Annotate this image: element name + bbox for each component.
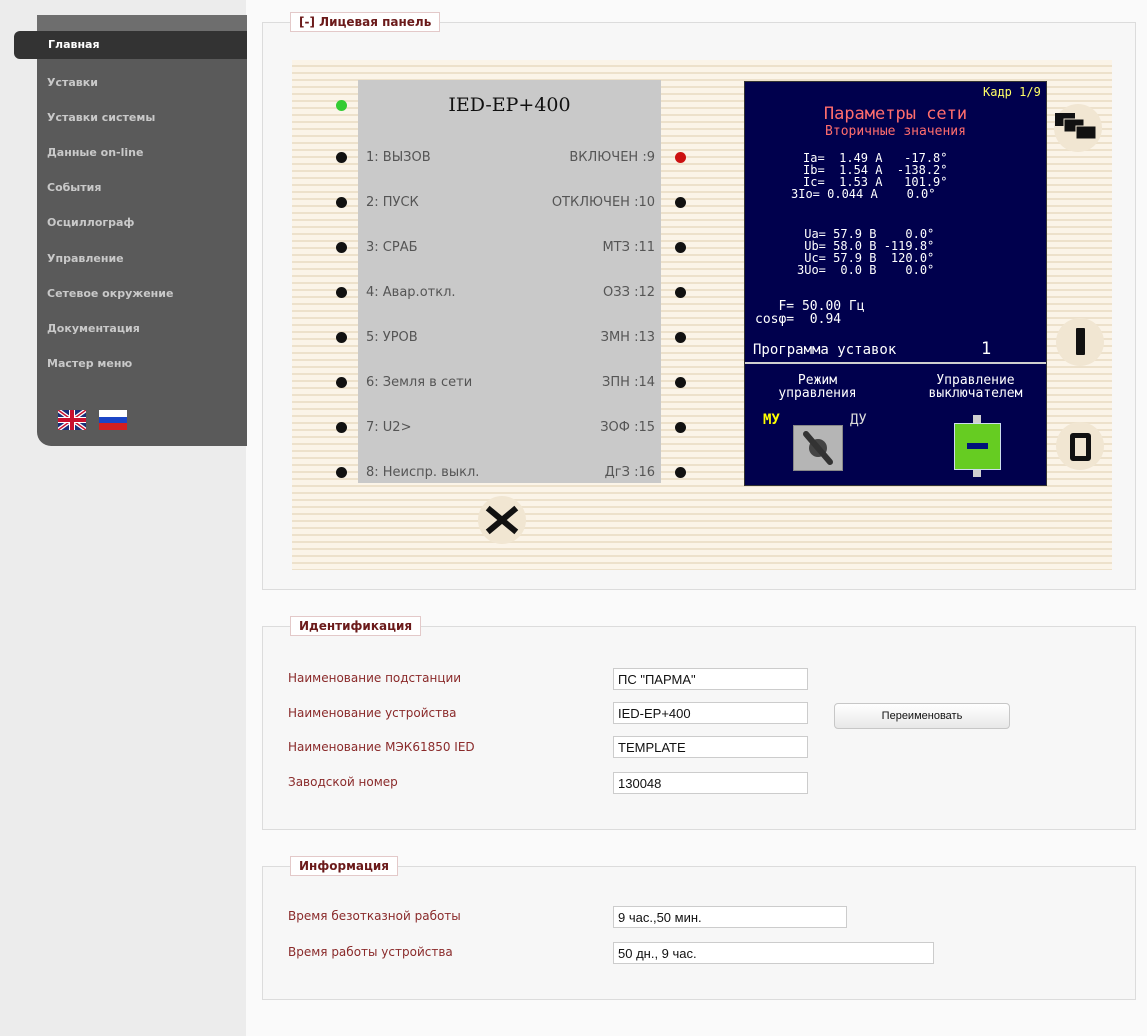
frame-counter: Кадр 1/9: [983, 85, 1041, 99]
led-left-4: [336, 287, 347, 298]
sidebar-item-events[interactable]: События: [47, 181, 101, 194]
led-left-3: [336, 242, 347, 253]
o-icon: [1070, 433, 1091, 461]
led-left-label: 5: УРОВ: [366, 330, 418, 345]
sidebar-item-oscillograph[interactable]: Осциллограф: [47, 216, 134, 229]
led-right-label: МТЗ :11: [602, 240, 655, 255]
substation-name-label: Наименование подстанции: [288, 671, 462, 685]
led-left-label: 2: ПУСК: [366, 195, 419, 210]
led-right-10: [675, 197, 686, 208]
led-left-label: 6: Земля в сети: [366, 375, 473, 390]
mode-selector-button[interactable]: [793, 425, 843, 471]
breaker-control-button[interactable]: [954, 423, 1001, 470]
led-left-7: [336, 422, 347, 433]
operating-time-label: Время работы устройства: [288, 945, 453, 959]
device-title: IED-EP+400: [448, 94, 571, 116]
led-right-label: ДгЗ :16: [604, 465, 655, 480]
sidebar-item-label: Главная: [48, 38, 100, 51]
switch-label: Управление выключателем: [928, 373, 1023, 401]
led-right-label: ЗПН :14: [602, 375, 655, 390]
i-icon: [1076, 328, 1085, 355]
information-legend: Информация: [290, 856, 398, 876]
led-left-1: [336, 152, 347, 163]
reset-button[interactable]: [478, 496, 526, 544]
identification-legend: Идентификация: [290, 616, 422, 636]
led-right-label: ВКЛЮЧЕН :9: [569, 150, 655, 165]
sidebar-menu-header: [37, 15, 247, 31]
serial-number-label: Заводской номер: [288, 775, 398, 789]
current-line-zero: 3Io= 0.044 A 0.0°: [791, 187, 936, 201]
led-left-label: 8: Неиспр. выкл.: [366, 465, 480, 480]
screen-subtitle: Вторичные значения: [825, 124, 966, 139]
breaker-state-icon: [967, 443, 988, 449]
sidebar-item-network[interactable]: Сетевое окружение: [47, 287, 173, 300]
sidebar-item-main[interactable]: Главная: [14, 31, 247, 59]
pages-button[interactable]: [1054, 104, 1102, 152]
led-left-2: [336, 197, 347, 208]
led-right-label: ОТКЛЮЧЕН :10: [551, 195, 655, 210]
led-right-label: ЗМН :13: [600, 330, 655, 345]
pages-icon: [1055, 113, 1097, 140]
mode-local-label: МУ: [763, 412, 780, 428]
sidebar-item-settings[interactable]: Уставки: [47, 76, 98, 89]
uptime-label: Время безотказной работы: [288, 909, 461, 923]
led-right-13: [675, 332, 686, 343]
led-left-label: 7: U2>: [366, 420, 412, 435]
led-right-9: [675, 152, 686, 163]
close-breaker-button[interactable]: [1056, 318, 1104, 366]
led-right-16: [675, 467, 686, 478]
english-flag-icon[interactable]: [58, 410, 86, 430]
open-breaker-button[interactable]: [1056, 422, 1104, 470]
led-left-5: [336, 332, 347, 343]
led-left-label: 1: ВЫЗОВ: [366, 150, 431, 165]
mode-remote-label: ДУ: [850, 412, 867, 428]
uptime-field: 9 час.,50 мин.: [613, 906, 847, 928]
status-led-green: [336, 100, 347, 111]
led-left-8: [336, 467, 347, 478]
serial-number-field[interactable]: 130048: [613, 772, 808, 794]
iec-ied-name-field[interactable]: TEMPLATE: [613, 736, 808, 758]
led-right-label: ЗОФ :15: [600, 420, 655, 435]
sidebar-item-control[interactable]: Управление: [47, 252, 124, 265]
russian-flag-icon[interactable]: [99, 410, 127, 430]
led-right-12: [675, 287, 686, 298]
sidebar-item-menu-master[interactable]: Мастер меню: [47, 357, 132, 370]
rename-button[interactable]: Переименовать: [834, 703, 1010, 729]
screen-title: Параметры сети: [823, 104, 968, 124]
sidebar-item-documentation[interactable]: Документация: [47, 322, 140, 335]
led-left-6: [336, 377, 347, 388]
sidebar-item-system-settings[interactable]: Уставки системы: [47, 111, 155, 124]
led-right-15: [675, 422, 686, 433]
program-value: 1: [981, 339, 992, 359]
operating-time-field: 50 дн., 9 час.: [613, 942, 934, 964]
screen-divider: [745, 362, 1046, 364]
led-right-14: [675, 377, 686, 388]
led-right-label: ОЗЗ :12: [603, 285, 655, 300]
face-panel-legend[interactable]: [-] Лицевая панель: [290, 12, 441, 32]
cos-phi-line: cosφ= 0.94: [755, 312, 842, 327]
information-fieldset: [262, 866, 1136, 1000]
led-right-11: [675, 242, 686, 253]
program-label: Программа уставок: [753, 342, 897, 358]
sidebar-item-online-data[interactable]: Данные on-line: [47, 146, 143, 159]
lcd-screen: Кадр 1/9 Параметры сети Вторичные значен…: [744, 81, 1047, 486]
voltage-line-zero: 3Uo= 0.0 B 0.0°: [797, 263, 935, 277]
rotary-switch-icon: [803, 431, 833, 465]
led-left-label: 4: Авар.откл.: [366, 285, 456, 300]
x-icon: [485, 505, 519, 535]
device-name-field[interactable]: IED-EP+400: [613, 702, 808, 724]
mode-label: Режим управления: [778, 373, 857, 401]
device-name-label: Наименование устройства: [288, 706, 457, 720]
led-left-label: 3: СРАБ: [366, 240, 418, 255]
substation-name-field[interactable]: ПС "ПАРМА": [613, 668, 808, 690]
iec-ied-name-label: Наименование МЭК61850 IED: [288, 740, 475, 754]
